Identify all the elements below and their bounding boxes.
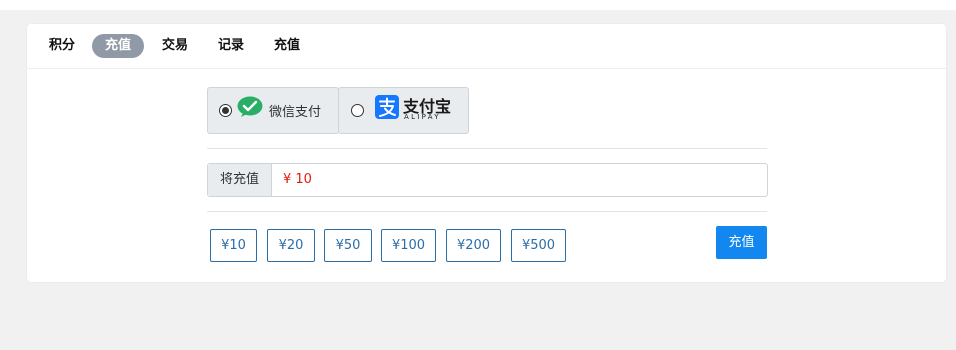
quick-amount-100-button[interactable]: ¥100 [381,229,436,262]
recharge-submit-button[interactable]: 充值 [716,226,767,259]
tab-points[interactable]: 积分 [41,34,83,58]
divider-bottom [207,211,767,212]
quick-amount-50-button[interactable]: ¥50 [324,229,372,262]
amount-input[interactable]: ¥ 10 [283,164,312,196]
wechat-pay-option[interactable]: 微信支付 [207,87,339,134]
quick-amount-500-button[interactable]: ¥500 [511,229,566,262]
amount-input-group: 将充值 ¥ 10 [207,163,768,197]
wechat-radio[interactable] [219,104,232,117]
tab-trade[interactable]: 交易 [154,34,196,58]
alipay-radio[interactable] [351,104,364,117]
recharge-panel: 积分 充值 交易 记录 充值 微信支付 支付宝 ALIPAY 将充值 ¥ 10 … [27,24,946,282]
tab-records[interactable]: 记录 [210,34,252,58]
quick-amount-200-button[interactable]: ¥200 [446,229,501,262]
top-strip [0,0,956,10]
wechat-icon [237,96,263,117]
quick-amount-20-button[interactable]: ¥20 [267,229,315,262]
tab-bar: 积分 充值 交易 记录 充值 [27,24,946,69]
alipay-logo-subtext: ALIPAY [404,113,441,121]
amount-prefix-label: 将充值 [208,164,272,196]
divider-top [207,148,767,149]
tab-recharge-active[interactable]: 充值 [92,34,145,58]
quick-amount-10-button[interactable]: ¥10 [210,229,257,262]
tab-recharge[interactable]: 充值 [266,34,308,58]
alipay-icon [375,95,399,119]
alipay-option[interactable]: 支付宝 ALIPAY [338,87,469,134]
wechat-pay-label: 微信支付 [269,105,322,120]
